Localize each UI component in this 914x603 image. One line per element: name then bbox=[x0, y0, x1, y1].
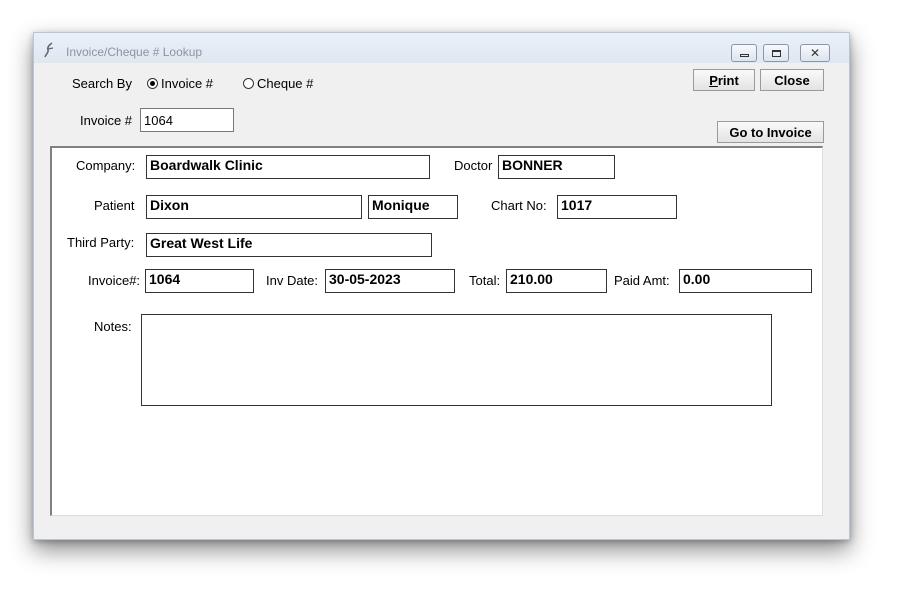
paid-amt-label: Paid Amt: bbox=[614, 273, 670, 288]
search-by-label: Search By bbox=[72, 76, 132, 91]
invoice-search-label: Invoice # bbox=[80, 113, 133, 128]
paid-amt-field[interactable]: 0.00 bbox=[679, 269, 812, 293]
invoice-no-label: Invoice#: bbox=[88, 273, 141, 288]
chart-no-field[interactable]: 1017 bbox=[557, 195, 677, 219]
third-party-label: Third Party: bbox=[67, 235, 135, 250]
close-icon: ✕ bbox=[809, 46, 821, 60]
notes-label: Notes: bbox=[94, 319, 132, 334]
lookup-window: Invoice/Cheque # Lookup ✕ Search By Invo… bbox=[33, 32, 850, 540]
print-button[interactable]: Print bbox=[693, 69, 755, 91]
close-window-button[interactable]: ✕ bbox=[800, 44, 830, 62]
print-mnemonic: P bbox=[709, 72, 718, 88]
minimize-icon bbox=[739, 53, 749, 57]
chart-no-label: Chart No: bbox=[491, 198, 547, 213]
invoice-no-field[interactable]: 1064 bbox=[145, 269, 254, 293]
radio-cheque-label[interactable]: Cheque # bbox=[257, 76, 313, 91]
company-label: Company: bbox=[76, 158, 136, 173]
radio-invoice-label[interactable]: Invoice # bbox=[161, 76, 213, 91]
patient-last-name-field[interactable]: Dixon bbox=[146, 195, 362, 219]
inv-date-label: Inv Date: bbox=[266, 273, 319, 288]
title-bar[interactable]: Invoice/Cheque # Lookup ✕ bbox=[34, 33, 849, 63]
doctor-field[interactable]: BONNER bbox=[498, 155, 615, 179]
company-field[interactable]: Boardwalk Clinic bbox=[146, 155, 430, 179]
invoice-details-panel: Company: Boardwalk Clinic Doctor BONNER … bbox=[50, 146, 823, 516]
window-title: Invoice/Cheque # Lookup bbox=[66, 45, 203, 59]
maximize-button[interactable] bbox=[763, 44, 789, 62]
total-label: Total: bbox=[469, 273, 501, 288]
inv-date-field[interactable]: 30-05-2023 bbox=[325, 269, 455, 293]
maximize-icon bbox=[771, 49, 781, 57]
print-label-rest: rint bbox=[717, 72, 739, 88]
radio-invoice[interactable] bbox=[147, 78, 158, 89]
notes-field[interactable] bbox=[141, 314, 772, 406]
third-party-field[interactable]: Great West Life bbox=[146, 233, 432, 257]
close-button[interactable]: Close bbox=[760, 69, 824, 91]
total-field[interactable]: 210.00 bbox=[506, 269, 607, 293]
patient-first-name-field[interactable]: Monique bbox=[368, 195, 458, 219]
doctor-label: Doctor bbox=[454, 158, 493, 173]
minimize-button[interactable] bbox=[731, 44, 757, 62]
patient-label: Patient bbox=[94, 198, 135, 213]
go-to-invoice-button[interactable]: Go to Invoice bbox=[717, 121, 824, 143]
radio-cheque[interactable] bbox=[243, 78, 254, 89]
invoice-search-input[interactable] bbox=[140, 108, 234, 132]
app-icon bbox=[44, 42, 54, 58]
